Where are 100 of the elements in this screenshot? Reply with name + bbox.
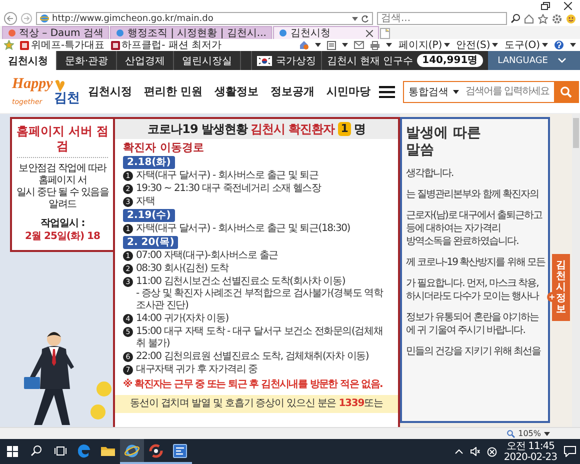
back-icon[interactable] — [4, 12, 17, 25]
clock-time[interactable]: 오전 11:45 — [506, 440, 554, 452]
count-unit: 명 — [354, 120, 366, 138]
address-field[interactable]: http://www.gimcheon.go.kr/main.do — [36, 12, 373, 25]
message-title: 발생에 따른 — [406, 125, 482, 142]
windows-icon — [6, 444, 18, 458]
date-value: 2월 25일(화) 18 — [25, 230, 100, 243]
favorite-link[interactable]: 위메프-특가대표 — [20, 38, 105, 52]
popup-highlight: 김천시 확진환자 — [250, 120, 335, 138]
symbol-link[interactable]: 국가상징 — [276, 54, 316, 68]
caret-icon — [342, 43, 348, 47]
coins-drawing — [90, 381, 112, 421]
menu-button[interactable]: 도구(O) — [504, 38, 548, 52]
message-text: 민들의 건강을 지키기 위해 최선을 — [406, 345, 542, 358]
scrollbar[interactable] — [572, 114, 580, 427]
search-icon — [560, 86, 572, 98]
home-icon[interactable] — [524, 14, 534, 24]
contact-text: 동선이 겹치며 발열 및 호흡기 증상이 있으신 분은 1339또는 — [115, 395, 398, 413]
chevron-up-icon[interactable] — [454, 449, 463, 454]
message-text: 가 필요합니다. 먼저, 마스크 착용, — [406, 277, 540, 290]
side-tab[interactable]: 김천시 정보 — [552, 254, 570, 321]
date-label: 작업일시 : — [40, 217, 85, 230]
menu-link[interactable]: 생활정보 — [214, 84, 259, 99]
search-field[interactable]: 검색... — [377, 12, 507, 25]
notification-icon[interactable] — [564, 446, 576, 457]
globe-icon — [40, 14, 49, 23]
menu-link[interactable]: 시민마당 — [326, 84, 371, 99]
message-text: 는 질병관리본부와 함께 확진자의 — [406, 188, 540, 201]
message-text: 에 귀 기울여 주시기 바랍니다. — [406, 324, 526, 337]
feed-icon[interactable] — [299, 40, 310, 50]
favorite-link[interactable]: 하프클럽- 패션 최저가 — [110, 38, 222, 52]
menu-link[interactable]: 김천시정 — [88, 84, 132, 99]
menu-button[interactable]: 페이지(P) — [398, 38, 450, 52]
step-text: 19:30 ~ 21:30 대구 죽전네거리 소재 헬스장 — [136, 183, 321, 195]
close-icon[interactable] — [366, 30, 374, 36]
menu-link[interactable]: 편리한 민원 — [144, 84, 203, 99]
step-text: 07:00 자택(대구)-회사버스로 출근 — [136, 250, 278, 262]
message-text: 생각합니다. — [406, 167, 454, 180]
step-text: 자택(대구 달서구) - 회사버스로 출근 및 퇴근 — [136, 170, 318, 182]
notice-text: 일시 중단 될 수 있음을 알려드 — [15, 187, 110, 211]
search-field[interactable]: 통합검색 검색어를 입력하세요 — [402, 80, 579, 102]
globe-icon — [124, 442, 140, 458]
date-label: 2.18(화) — [123, 156, 175, 169]
caret-icon — [492, 43, 498, 47]
zoom-level[interactable]: 105% — [518, 429, 541, 438]
message-text: 방역소독을 완료하였습니다. — [406, 235, 520, 248]
message-text: 등에 대하여는 자가격리 — [406, 222, 502, 235]
caret-icon — [444, 43, 450, 47]
search-button[interactable] — [554, 82, 578, 102]
menu-button[interactable]: 안전(S) — [456, 38, 498, 52]
caret-icon — [352, 16, 358, 20]
message-title: 말씀 — [406, 142, 435, 159]
warning-text: ※ 확진자는 근무 중 또는 퇴근 후 김천시내를 방문한 적은 없음. — [123, 379, 384, 391]
speaker-icon[interactable] — [470, 447, 480, 456]
message-text: 근로자(남)로 대구에서 출퇴근하고 — [406, 209, 544, 222]
app-icon — [172, 442, 188, 458]
nav-tab[interactable]: 김천시청 — [0, 51, 57, 70]
menu-link[interactable]: 정보공개 — [270, 84, 315, 99]
ring-icon — [148, 442, 164, 458]
restore-icon[interactable] — [541, 2, 550, 10]
favorites-icon[interactable] — [4, 40, 14, 50]
logo-city: 김천 — [54, 92, 80, 106]
step-text: 08:30 회사(김천) 도착 — [136, 263, 228, 275]
help-icon[interactable] — [554, 40, 564, 50]
browser-tab[interactable]: 김천시청 — [273, 26, 380, 39]
browser-tab[interactable]: 행정조직 | 시정현황 | 김천시... — [110, 26, 272, 39]
mail-icon[interactable] — [354, 41, 364, 49]
step-text: 14:00 귀가(자차 이동) — [136, 313, 228, 325]
step-note: - 증상 및 확진자 사례조건 부적합으로 검사불가(경북도 역학조사관 진단) — [136, 288, 384, 312]
caret-icon — [386, 43, 392, 47]
search-icon — [30, 444, 42, 458]
caret-icon — [544, 432, 550, 436]
search-icon[interactable] — [511, 14, 520, 23]
browser-tab[interactable]: 적상 – Daum 검색 — [2, 26, 110, 39]
step-text: 대구자택 귀가 후 자가격리 중 — [136, 364, 258, 376]
clock-date[interactable]: 2020-02-23 — [504, 452, 557, 462]
date-label: 2.19(수) — [123, 209, 175, 222]
zoom-icon — [507, 430, 516, 438]
page-icon — [279, 29, 288, 37]
close-icon[interactable] — [564, 2, 572, 10]
step-text: 15:00 대구 자택 도착 - 대구 달서구 보건소 전화문의(검체채취 불가) — [136, 326, 384, 350]
reader-icon[interactable] — [327, 40, 336, 50]
date-label: 2. 20(목) — [123, 236, 178, 249]
notice-text: 보안점검 작업에 따라 홈페이지 서 — [18, 163, 108, 187]
caret-icon — [542, 43, 548, 47]
print-icon[interactable] — [370, 40, 380, 50]
refresh-icon[interactable] — [361, 14, 369, 22]
network-icon[interactable] — [486, 446, 497, 456]
caret-icon — [570, 43, 576, 47]
message-text: 정보가 유통되어 혼란을 야기하는 — [406, 311, 540, 324]
step-text: 22:00 김천의료원 선별진료소 도착, 검체채취(자차 이동) — [136, 351, 369, 363]
smiley-icon[interactable] — [566, 14, 576, 24]
butterfly-icon — [54, 80, 66, 92]
settings-icon[interactable] — [552, 14, 562, 24]
language-button[interactable]: LANGUAGE — [488, 51, 580, 70]
population-count: 140,991명 — [417, 54, 483, 67]
plus-icon[interactable] — [547, 292, 557, 302]
case-count: 1 — [338, 122, 351, 136]
menu-icon[interactable] — [378, 86, 395, 98]
star-icon[interactable] — [538, 14, 548, 24]
